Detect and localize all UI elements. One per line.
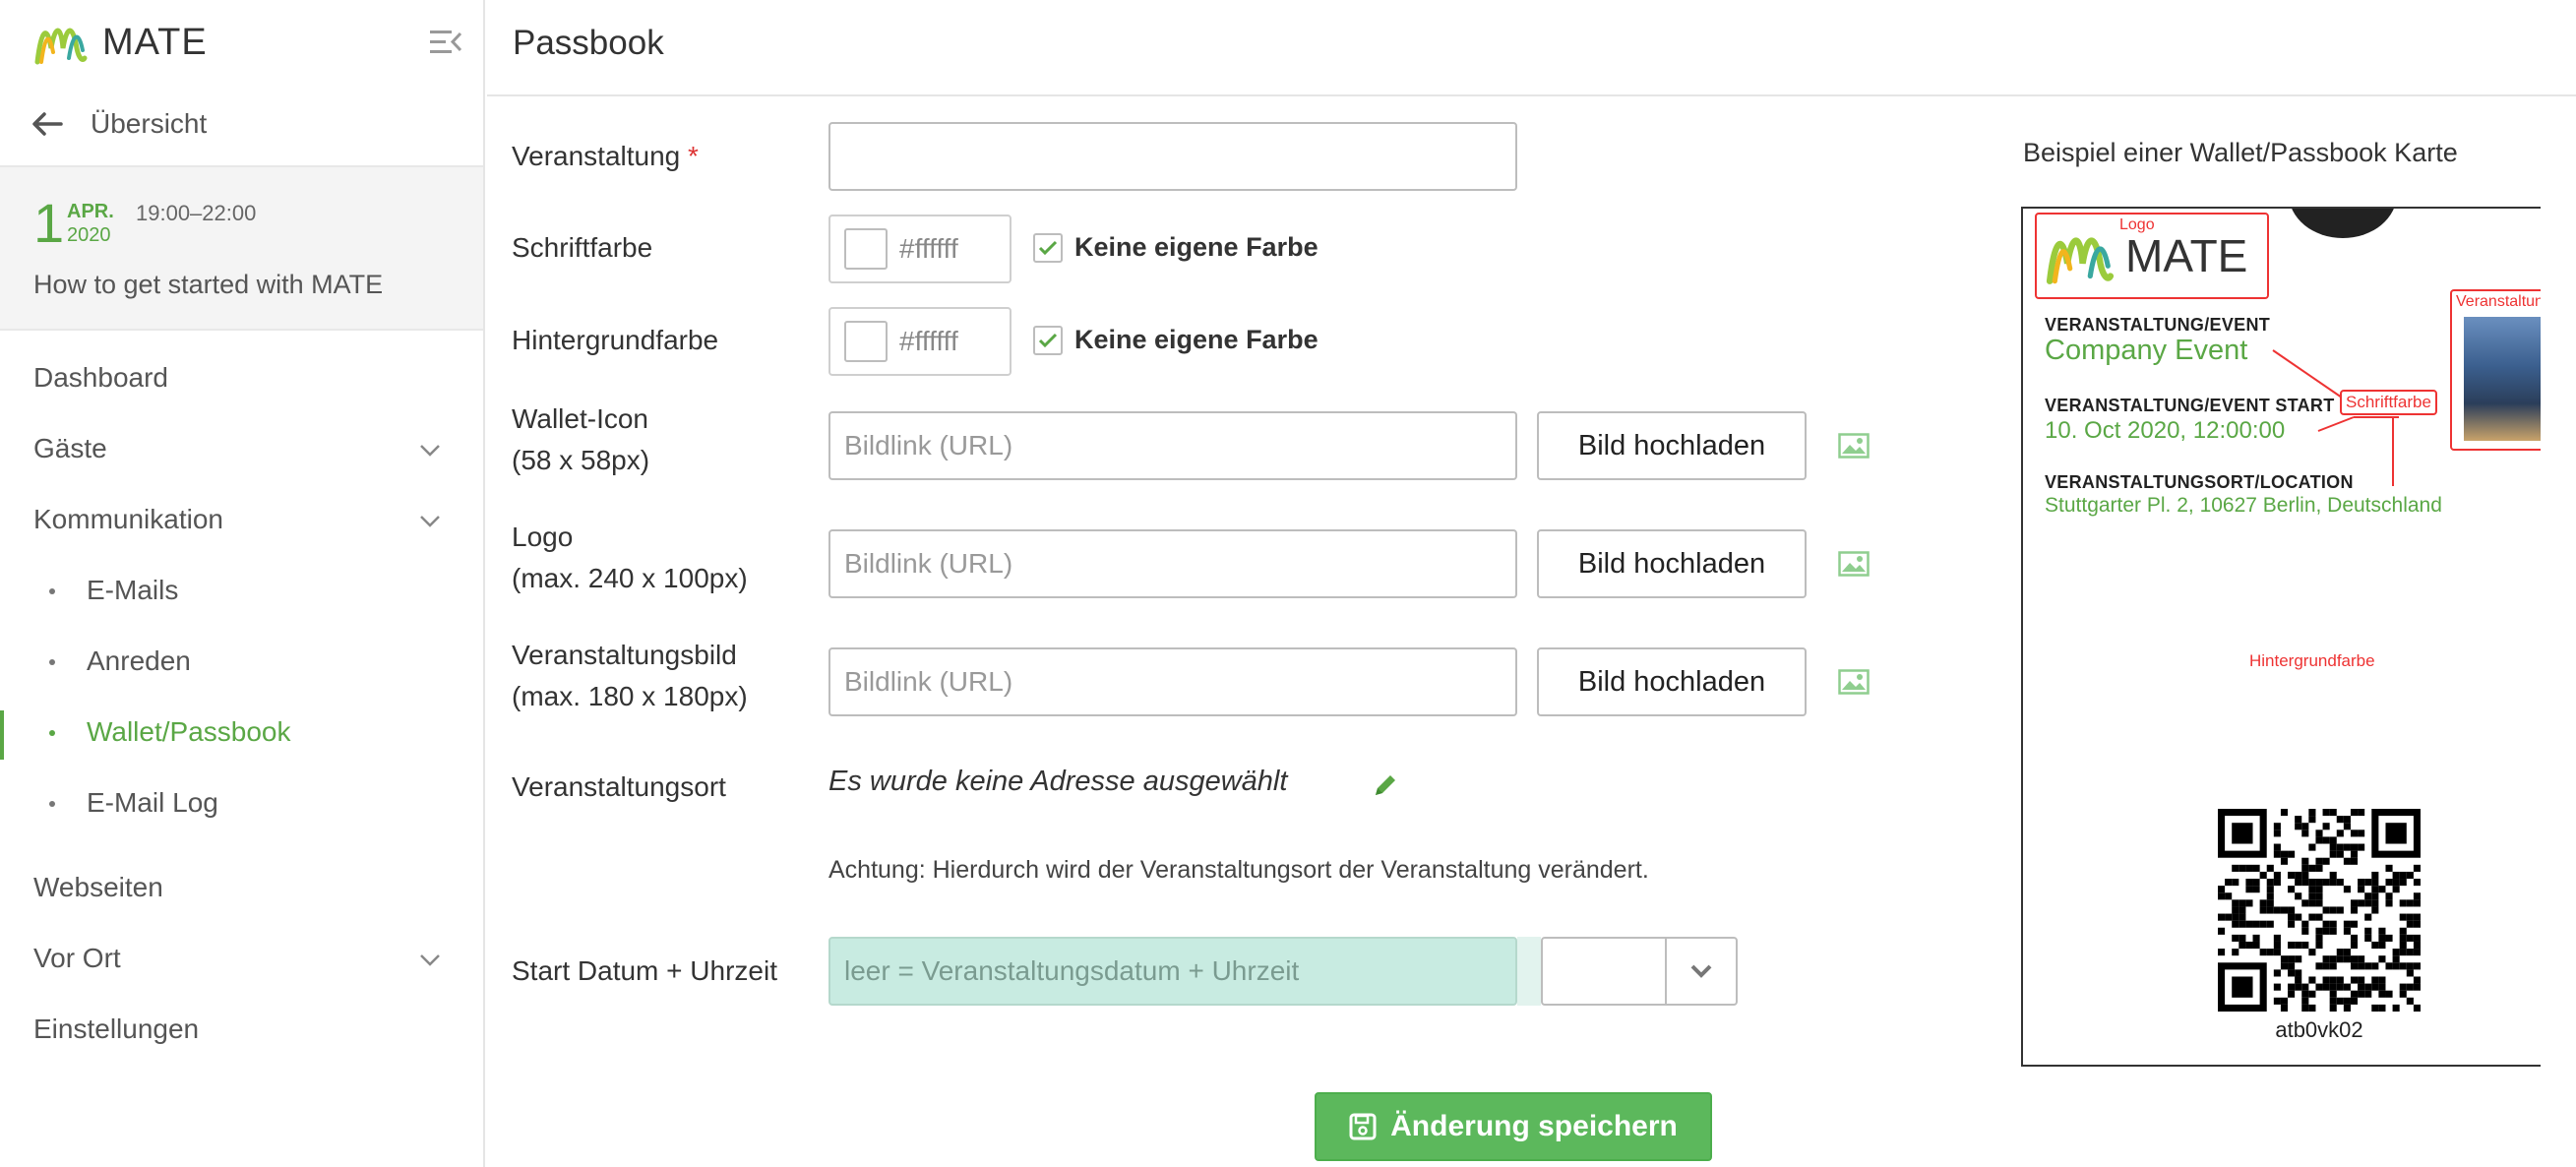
qr-code: [2218, 809, 2421, 1012]
preview-viewport: MATE Logo VERANSTALTUNG/EVENT Company Ev…: [0, 0, 2541, 1167]
passbook-preview-card: MATE Logo VERANSTALTUNG/EVENT Company Ev…: [2021, 207, 2541, 1067]
annotation-lines: [2272, 349, 2399, 486]
barcode-text: atb0vk02: [2275, 1017, 2363, 1042]
font-color-tag: Schriftfarbe: [2340, 390, 2437, 415]
bg-color-tag: Hintergrundfarbe: [2249, 651, 2375, 670]
